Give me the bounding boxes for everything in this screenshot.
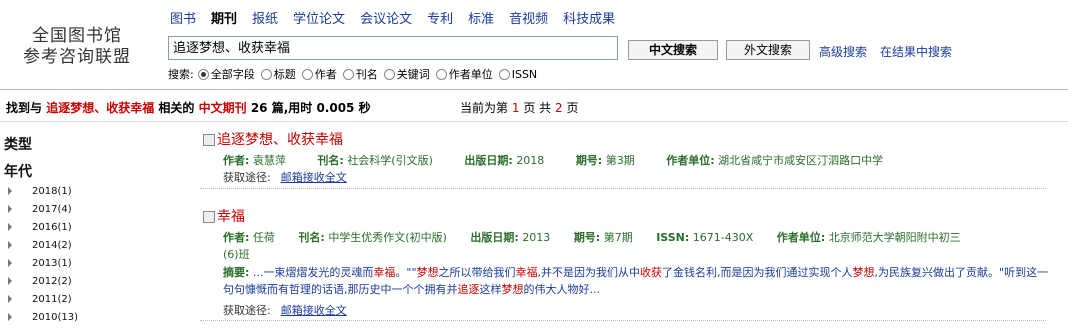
search-within-results-link[interactable]: 在结果中搜索 xyxy=(880,43,952,60)
radio-icon xyxy=(383,68,395,80)
result-checkbox[interactable] xyxy=(203,134,215,146)
field-radio-journal[interactable]: 刊名 xyxy=(342,66,378,82)
expand-triangle-icon xyxy=(8,259,12,267)
nav-patents[interactable]: 专利 xyxy=(427,8,453,27)
result-meta-1: 作者: 袁慧萍 刊名: 社会科学(引文版) 出版日期: 2018 期号: 第3期… xyxy=(223,154,884,167)
result-checkbox[interactable] xyxy=(203,211,215,223)
foreign-search-button[interactable]: 外文搜索 xyxy=(726,40,810,60)
result-access-2: 获取途径: 邮箱接收全文 xyxy=(223,304,347,317)
result-meta-2-cont: (6)班 xyxy=(223,248,250,261)
expand-triangle-icon xyxy=(8,295,12,303)
result-separator xyxy=(200,188,1046,190)
year-facet-item[interactable]: 2013(1) xyxy=(8,254,78,272)
nav-books[interactable]: 图书 xyxy=(170,8,196,27)
radio-icon xyxy=(498,68,510,80)
logo-line-2: 参考咨询联盟 xyxy=(23,47,131,67)
field-radio-issn[interactable]: ISSN xyxy=(498,68,537,81)
field-radio-author[interactable]: 作者 xyxy=(301,66,337,82)
nav-theses[interactable]: 学位论文 xyxy=(293,8,345,27)
field-radio-title[interactable]: 标题 xyxy=(260,66,296,82)
email-fulltext-link[interactable]: 邮箱接收全文 xyxy=(281,304,347,317)
expand-triangle-icon xyxy=(8,277,12,285)
radio-icon xyxy=(342,68,354,80)
result-meta-2: 作者: 任荷 刊名: 中学生优秀作文(初中版) 出版日期: 2013 期号: 第… xyxy=(223,231,961,244)
nav-audio-video[interactable]: 音视频 xyxy=(509,8,548,27)
result-separator xyxy=(200,320,1046,322)
advanced-search-link[interactable]: 高级搜索 xyxy=(819,43,867,60)
year-facet-list: 2018(1) 2017(4) 2016(1) 2014(2) 2013(1) … xyxy=(8,182,78,326)
current-page: 1 xyxy=(511,101,520,115)
expand-triangle-icon xyxy=(8,187,12,195)
summary-query: 追逐梦想、收获幸福 xyxy=(46,101,155,115)
facet-sidebar: 类型 年代 xyxy=(4,134,32,188)
summary-type: 中文期刊 xyxy=(198,101,247,115)
result-title-2[interactable]: 幸福 xyxy=(203,206,245,226)
expand-triangle-icon xyxy=(8,205,12,213)
summary-count: 26 xyxy=(250,101,268,115)
year-facet-item[interactable]: 2017(4) xyxy=(8,200,78,218)
search-field-options: 搜索: 全部字段 标题 作者 刊名 关键词 作者单位 ISSN xyxy=(168,66,543,82)
field-radio-affiliation[interactable]: 作者单位 xyxy=(435,66,493,82)
year-facet-item[interactable]: 2012(2) xyxy=(8,272,78,290)
radio-selected-icon xyxy=(197,68,209,80)
summary-time: 0.005 xyxy=(316,101,355,115)
year-facet-item[interactable]: 2010(13) xyxy=(8,308,78,326)
year-facet-item[interactable]: 2011(2) xyxy=(8,290,78,308)
search-field-label: 搜索: xyxy=(168,68,194,81)
result-abstract-2: 摘要: ...一束熠熠发光的灵魂而幸福。""梦想之所以带给我们幸福,并不是因为我… xyxy=(223,266,1049,296)
chinese-search-button[interactable]: 中文搜索 xyxy=(628,40,718,60)
result-summary: 找到与 追逐梦想、收获幸福 相关的 中文期刊 26 篇,用时 0.005 秒 xyxy=(6,101,371,115)
nav-newspapers[interactable]: 报纸 xyxy=(252,8,278,27)
category-nav: 图书 期刊 报纸 学位论文 会议论文 专利 标准 音视频 科技成果 xyxy=(170,8,630,27)
year-facet-item[interactable]: 2018(1) xyxy=(8,182,78,200)
field-radio-all[interactable]: 全部字段 xyxy=(197,66,255,82)
header-divider xyxy=(0,89,1068,90)
radio-icon xyxy=(435,68,447,80)
result-title-1[interactable]: 追逐梦想、收获幸福 xyxy=(203,129,343,149)
year-facet-item[interactable]: 2016(1) xyxy=(8,218,78,236)
year-facet-item[interactable]: 2014(2) xyxy=(8,236,78,254)
facet-year-heading[interactable]: 年代 xyxy=(4,161,32,181)
logo-line-1: 全国图书馆 xyxy=(32,26,122,46)
total-pages: 2 xyxy=(554,101,563,115)
field-radio-keyword[interactable]: 关键词 xyxy=(383,66,430,82)
email-fulltext-link[interactable]: 邮箱接收全文 xyxy=(281,171,347,184)
logo: 全国图书馆 参考咨询联盟 xyxy=(18,26,136,68)
nav-journals[interactable]: 期刊 xyxy=(211,8,237,27)
facet-type-heading[interactable]: 类型 xyxy=(4,134,32,154)
result-access-1: 获取途径: 邮箱接收全文 xyxy=(223,171,347,184)
expand-triangle-icon xyxy=(8,241,12,249)
nav-standards[interactable]: 标准 xyxy=(468,8,494,27)
expand-triangle-icon xyxy=(8,313,12,321)
radio-icon xyxy=(260,68,272,80)
expand-triangle-icon xyxy=(8,223,12,231)
nav-conference-papers[interactable]: 会议论文 xyxy=(360,8,412,27)
search-input[interactable]: 追逐梦想、收获幸福 xyxy=(168,36,618,60)
page-info: 当前为第 1 页 共 2 页 xyxy=(460,101,579,115)
summary-divider xyxy=(0,121,1068,122)
radio-icon xyxy=(301,68,313,80)
nav-sci-tech-results[interactable]: 科技成果 xyxy=(563,8,615,27)
